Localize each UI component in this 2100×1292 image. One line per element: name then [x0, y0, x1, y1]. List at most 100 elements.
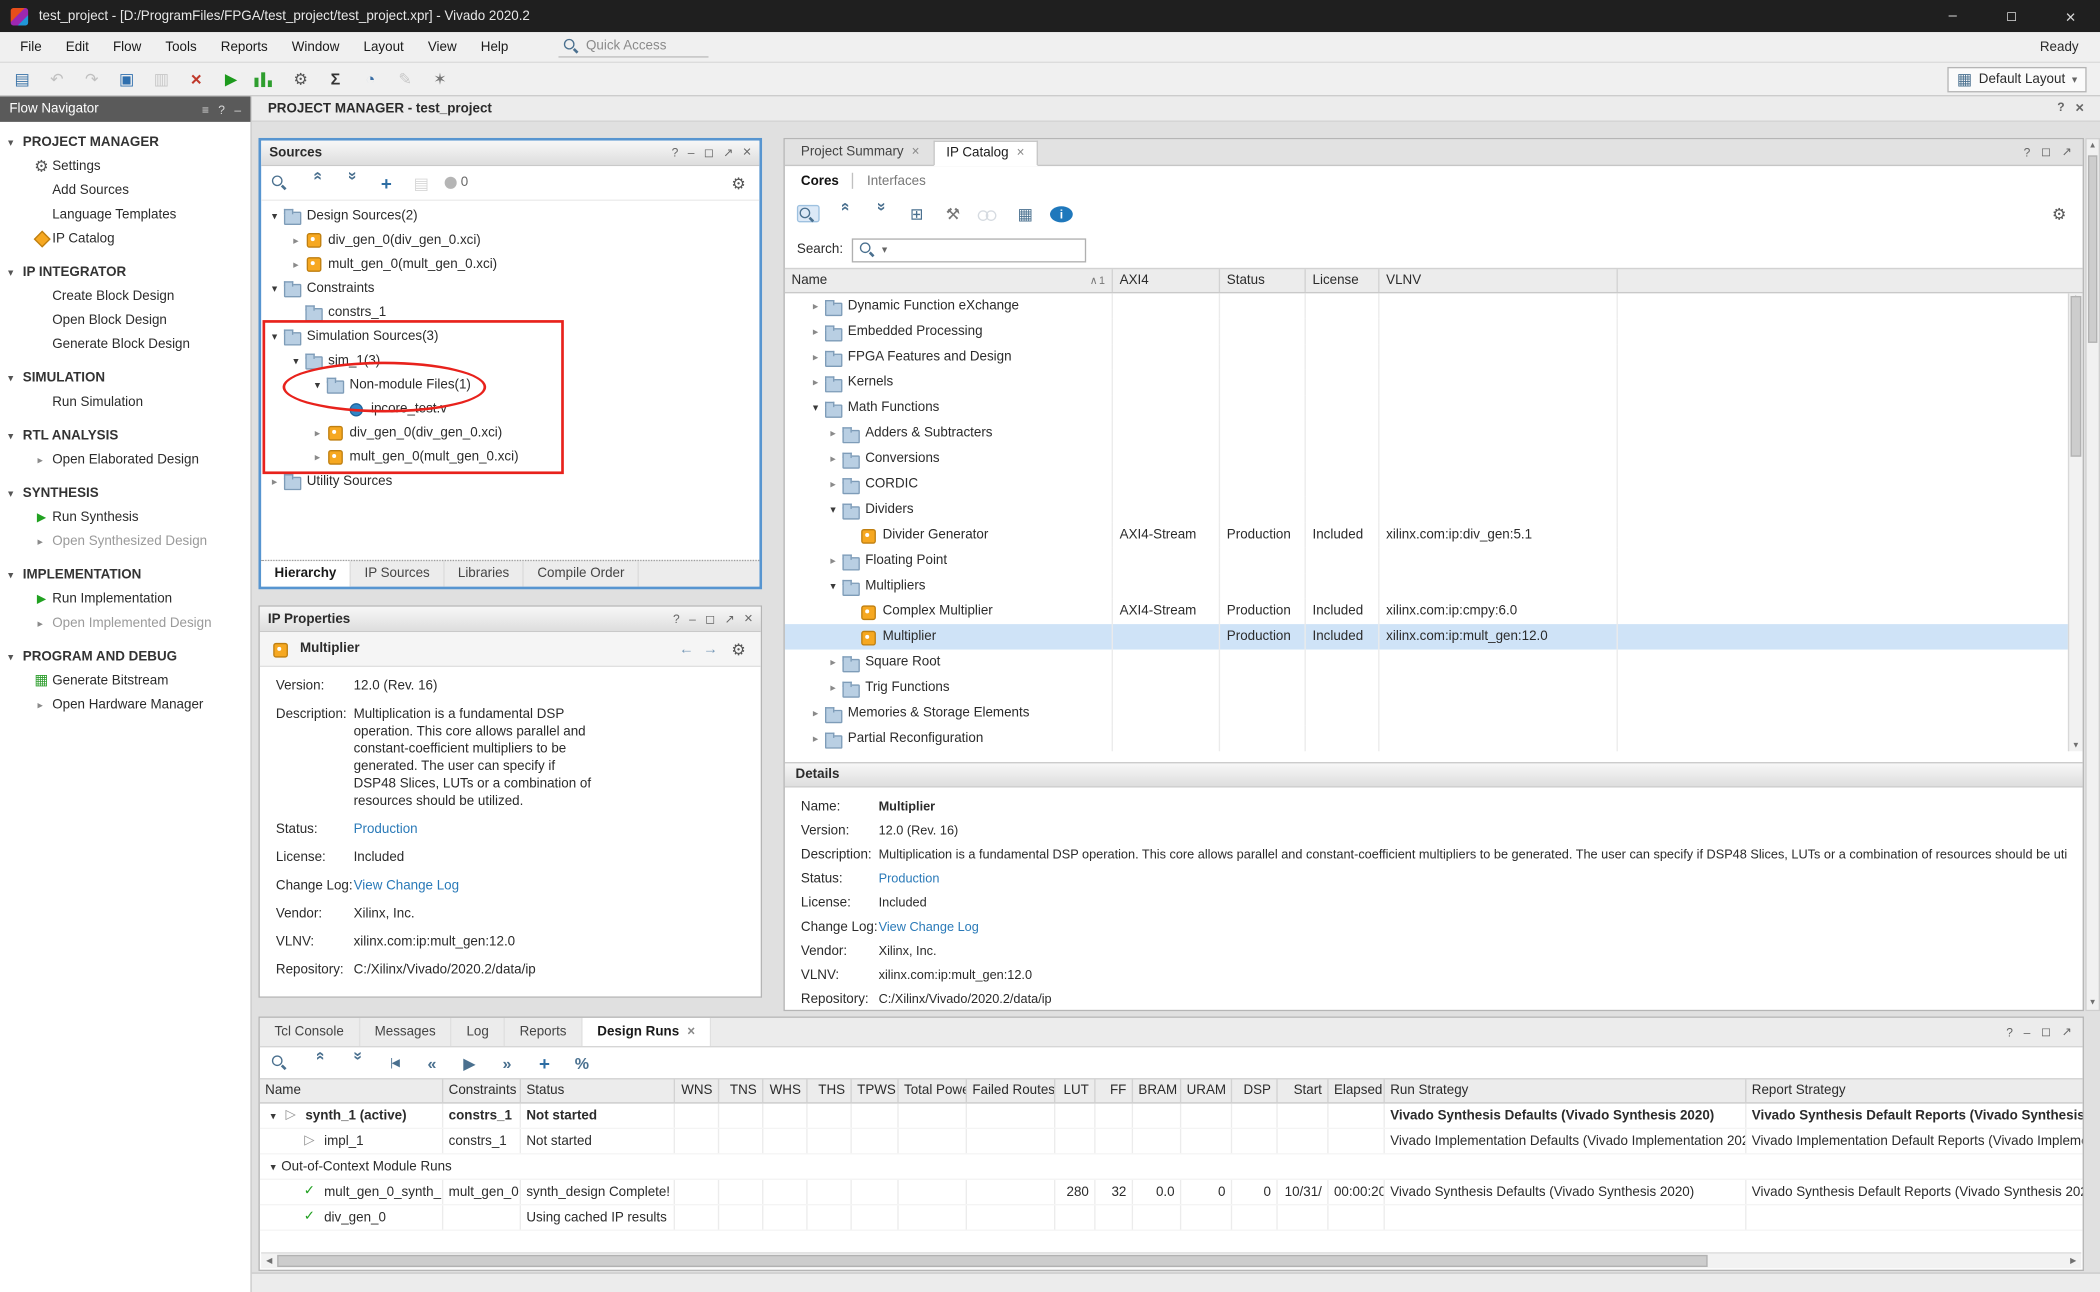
- ip-catalog-row[interactable]: Dynamic Function eXchange: [785, 293, 2083, 318]
- flow-nav-item[interactable]: Open Implemented Design: [0, 611, 250, 635]
- undo-icon[interactable]: [46, 68, 69, 91]
- expand-toggle-icon[interactable]: [309, 378, 325, 390]
- sources-view-tab[interactable]: Hierarchy: [261, 561, 351, 586]
- flow-nav-item[interactable]: Add Sources: [0, 178, 250, 202]
- maximize-icon[interactable]: [705, 611, 715, 626]
- collapse-all-icon[interactable]: [305, 171, 328, 194]
- save-icon[interactable]: [115, 68, 138, 91]
- detail-status-link[interactable]: Production: [879, 871, 2067, 888]
- status-link[interactable]: Production: [354, 821, 745, 838]
- ip-catalog-row[interactable]: Trig Functions: [785, 675, 2083, 700]
- back-icon[interactable]: [679, 641, 694, 657]
- expand-toggle-icon[interactable]: [825, 650, 841, 675]
- ip-catalog-row[interactable]: Embedded Processing: [785, 319, 2083, 344]
- wrench-icon[interactable]: [942, 202, 965, 225]
- grid-icon[interactable]: [1014, 202, 1037, 225]
- edit-icon[interactable]: [394, 68, 417, 91]
- collapse-all-icon[interactable]: [833, 202, 856, 225]
- ip-catalog-row[interactable]: Square Root: [785, 650, 2083, 675]
- column-header[interactable]: DSP: [1232, 1079, 1278, 1102]
- column-header-vlnv[interactable]: VLNV: [1379, 269, 1617, 292]
- bottom-tab[interactable]: Reports: [505, 1018, 583, 1046]
- search-icon[interactable]: [271, 174, 294, 191]
- run-icon[interactable]: [220, 68, 243, 91]
- scroll-down-icon[interactable]: [2087, 999, 2099, 1007]
- column-header[interactable]: URAM: [1181, 1079, 1232, 1102]
- bottom-tab[interactable]: Log: [452, 1018, 505, 1046]
- column-header[interactable]: LUT: [1055, 1079, 1095, 1102]
- maximize-window-icon[interactable]: [1982, 0, 2041, 32]
- ip-catalog-row[interactable]: Partial Reconfiguration: [785, 726, 2083, 751]
- flow-nav-section-header[interactable]: RTL ANALYSIS: [0, 423, 250, 447]
- sources-view-tab[interactable]: Compile Order: [524, 561, 639, 586]
- layout-selector[interactable]: Default Layout: [1948, 66, 2087, 91]
- expand-toggle-icon[interactable]: [267, 282, 283, 294]
- ip-catalog-row[interactable]: Adders & Subtracters: [785, 421, 2083, 446]
- flow-nav-item[interactable]: Generate Bitstream: [0, 668, 250, 692]
- detail-change-log-link[interactable]: View Change Log: [879, 919, 2067, 936]
- flow-nav-section-header[interactable]: SIMULATION: [0, 366, 250, 390]
- source-tree-row[interactable]: ipcore_test.v: [261, 396, 759, 420]
- flow-nav-item[interactable]: Run Simulation: [0, 390, 250, 414]
- quick-access-search[interactable]: Quick Access: [558, 36, 708, 57]
- design-run-row[interactable]: mult_gen_0_synth_1 mult_gen_0 synth_desi…: [260, 1180, 2083, 1205]
- hierarchy-icon[interactable]: [905, 202, 928, 225]
- menu-item[interactable]: Reports: [209, 35, 280, 58]
- expand-toggle-icon[interactable]: [825, 421, 841, 446]
- expand-toggle-icon[interactable]: [825, 471, 841, 496]
- bottom-tab[interactable]: Design Runs: [583, 1018, 712, 1046]
- flow-nav-item[interactable]: Generate Block Design: [0, 332, 250, 356]
- column-header-license[interactable]: License: [1306, 269, 1380, 292]
- menu-icon[interactable]: [202, 102, 209, 115]
- flow-nav-section-header[interactable]: PROGRAM AND DEBUG: [0, 644, 250, 668]
- help-icon[interactable]: [2024, 145, 2031, 158]
- source-tree-row[interactable]: div_gen_0 (div_gen_0.xci): [261, 228, 759, 252]
- forward-icon[interactable]: [703, 641, 718, 657]
- column-header-axi4[interactable]: AXI4: [1113, 269, 1220, 292]
- flow-nav-section-header[interactable]: IMPLEMENTATION: [0, 563, 250, 587]
- design-run-row[interactable]: Out-of-Context Module Runs: [260, 1154, 2083, 1179]
- menu-item[interactable]: Flow: [101, 35, 153, 58]
- column-header[interactable]: Elapsed: [1329, 1079, 1385, 1102]
- float-icon[interactable]: [725, 611, 735, 626]
- report-icon[interactable]: [324, 68, 347, 91]
- column-header[interactable]: WHS: [763, 1079, 807, 1102]
- expand-toggle-icon[interactable]: [309, 451, 325, 463]
- expand-toggle-icon[interactable]: [808, 395, 824, 420]
- menu-item[interactable]: Layout: [351, 35, 415, 58]
- menu-item[interactable]: View: [416, 35, 469, 58]
- redo-icon[interactable]: [80, 68, 103, 91]
- expand-toggle-icon[interactable]: [825, 573, 841, 598]
- flow-nav-section-header[interactable]: SYNTHESIS: [0, 481, 250, 505]
- column-header[interactable]: Report Strategy: [1746, 1079, 2082, 1102]
- catalog-scrollbar[interactable]: [2068, 293, 2083, 751]
- minimize-icon[interactable]: [2024, 1025, 2031, 1038]
- flow-nav-item[interactable]: Open Elaborated Design: [0, 447, 250, 471]
- expand-toggle-icon[interactable]: [267, 330, 283, 342]
- column-header[interactable]: FF: [1096, 1079, 1134, 1102]
- flow-nav-section-header[interactable]: IP INTEGRATOR: [0, 260, 250, 284]
- source-tree-row[interactable]: Constraints: [261, 276, 759, 300]
- collapse-all-icon[interactable]: [308, 1051, 331, 1074]
- search-input[interactable]: [852, 238, 1086, 262]
- maximize-icon[interactable]: [2041, 145, 2051, 160]
- expand-toggle-icon[interactable]: [808, 293, 824, 318]
- maximize-icon[interactable]: [2041, 1025, 2051, 1040]
- bottom-tab[interactable]: Tcl Console: [260, 1018, 360, 1046]
- column-header[interactable]: Status: [521, 1079, 675, 1102]
- column-header[interactable]: Constraints: [443, 1079, 521, 1102]
- expand-toggle-icon[interactable]: [808, 700, 824, 725]
- expand-all-icon[interactable]: [869, 202, 892, 225]
- tab-cores[interactable]: Cores: [801, 173, 839, 188]
- float-icon[interactable]: [2062, 1025, 2072, 1040]
- expand-toggle-icon[interactable]: [309, 427, 325, 439]
- sources-view-tab[interactable]: IP Sources: [351, 561, 444, 586]
- float-icon[interactable]: [2062, 145, 2072, 160]
- menu-item[interactable]: Tools: [153, 35, 208, 58]
- maximize-icon[interactable]: [704, 145, 714, 160]
- expand-toggle-icon[interactable]: [808, 319, 824, 344]
- bottom-tab[interactable]: Messages: [360, 1018, 452, 1046]
- launch-icon[interactable]: [458, 1051, 481, 1074]
- expand-all-icon[interactable]: [346, 1051, 369, 1074]
- flow-nav-item[interactable]: Open Hardware Manager: [0, 692, 250, 716]
